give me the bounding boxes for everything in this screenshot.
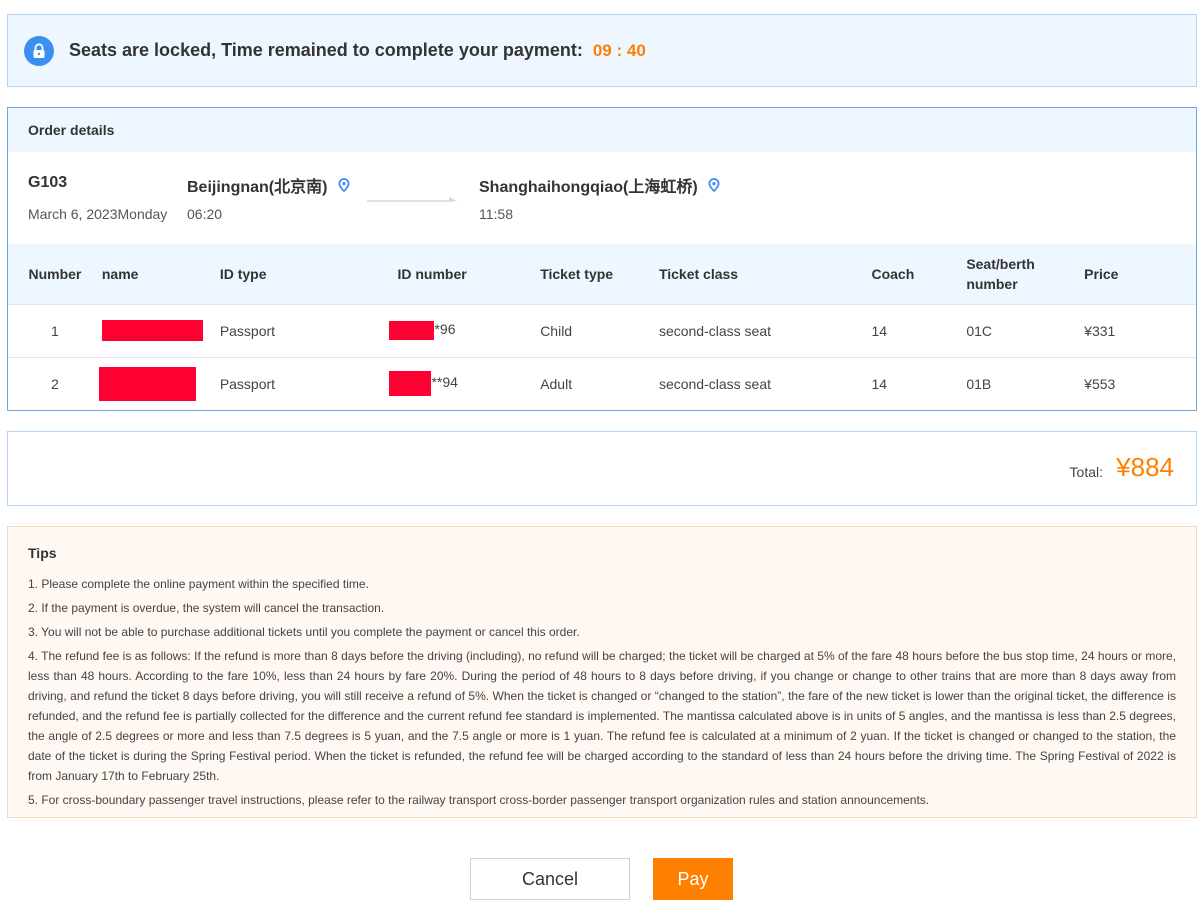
departure-station: Beijingnan(北京南) [187, 173, 350, 198]
column-header: name [101, 265, 139, 282]
ticket-class: second-class seat [658, 303, 872, 357]
coach-number: 14 [871, 356, 967, 410]
arrival-time: 11:58 [479, 206, 513, 222]
column-header: Ticket type [540, 265, 614, 282]
seat-number: 01B [966, 356, 1085, 410]
departure-station-name: Beijingnan(北京南) [187, 179, 328, 196]
pay-button[interactable]: Pay [653, 858, 733, 900]
id-type: Passport [219, 303, 398, 357]
column-header: Ticket class [658, 265, 739, 282]
ticket-price: ¥331 [1084, 303, 1196, 357]
tip-item: 2. If the payment is overdue, the system… [28, 601, 385, 615]
table-row: 1 Passport *96 Child second-class seat 1… [8, 303, 1196, 357]
arrival-station: Shanghaihongqiao(上海虹桥) [479, 173, 720, 198]
trip-summary: G103 March 6, 2023Monday Beijingnan(北京南)… [8, 152, 1196, 244]
id-type: Passport [219, 356, 398, 410]
total-label: Total: [1069, 464, 1103, 480]
passenger-number: 2 [8, 356, 102, 410]
tip-item: 5. For cross-boundary passenger travel i… [28, 793, 930, 807]
map-pin-icon[interactable] [338, 177, 350, 198]
column-header: ID type [219, 265, 267, 282]
redacted-id [389, 371, 432, 397]
cancel-button[interactable]: Cancel [470, 858, 630, 900]
tip-item: 1. Please complete the online payment wi… [28, 577, 369, 591]
id-number: **94 [389, 356, 533, 410]
passenger-name [98, 356, 220, 410]
seat-number: 01C [966, 303, 1085, 357]
ticket-type: Adult [540, 356, 659, 410]
ticket-price: ¥553 [1084, 356, 1196, 410]
redacted-name [98, 366, 196, 401]
seat-lock-banner: Seats are locked, Time remained to compl… [7, 14, 1197, 87]
train-number: G103 [28, 174, 68, 191]
column-header: Seat/berth number [966, 255, 1035, 292]
table-header-row: Number name ID type ID number Ticket typ… [8, 244, 1196, 304]
passenger-table: Number name ID type ID number Ticket typ… [8, 244, 1196, 410]
redacted-id [389, 321, 435, 340]
departure-time: 06:20 [187, 206, 223, 222]
total-amount: ¥884 [1116, 452, 1174, 482]
redacted-name [101, 320, 203, 341]
id-number-suffix: **94 [431, 374, 458, 391]
id-number-suffix: *96 [434, 321, 456, 338]
map-pin-icon[interactable] [708, 177, 720, 198]
route-arrow-icon [367, 190, 459, 208]
order-total-panel: Total: ¥884 [7, 431, 1197, 506]
ticket-type: Child [540, 303, 659, 357]
order-details-panel: Order details G103 March 6, 2023Monday B… [7, 107, 1197, 411]
id-number: *96 [389, 303, 533, 357]
column-header: Number [28, 265, 82, 282]
payment-countdown: 09 : 40 [592, 40, 646, 60]
column-header: ID number [397, 265, 467, 282]
lock-icon [24, 35, 54, 66]
passenger-number: 1 [8, 303, 102, 357]
ticket-class: second-class seat [658, 356, 872, 410]
order-details-title: Order details [8, 108, 1196, 152]
travel-date: March 6, 2023Monday [28, 206, 168, 222]
tip-item: 3. You will not be able to purchase addi… [28, 625, 580, 639]
coach-number: 14 [871, 303, 967, 357]
tips-panel: Tips 1. Please complete the online payme… [7, 526, 1197, 818]
lock-message: Seats are locked, Time remained to compl… [69, 40, 583, 60]
table-row: 2 Passport **94 Adult second-class seat … [8, 356, 1196, 410]
column-header: Price [1084, 265, 1119, 282]
passenger-name [101, 303, 220, 357]
tip-item: 4. The refund fee is as follows: If the … [28, 649, 1176, 783]
tips-title: Tips [28, 545, 57, 561]
arrival-station-name: Shanghaihongqiao(上海虹桥) [479, 179, 698, 196]
column-header: Coach [871, 265, 915, 282]
